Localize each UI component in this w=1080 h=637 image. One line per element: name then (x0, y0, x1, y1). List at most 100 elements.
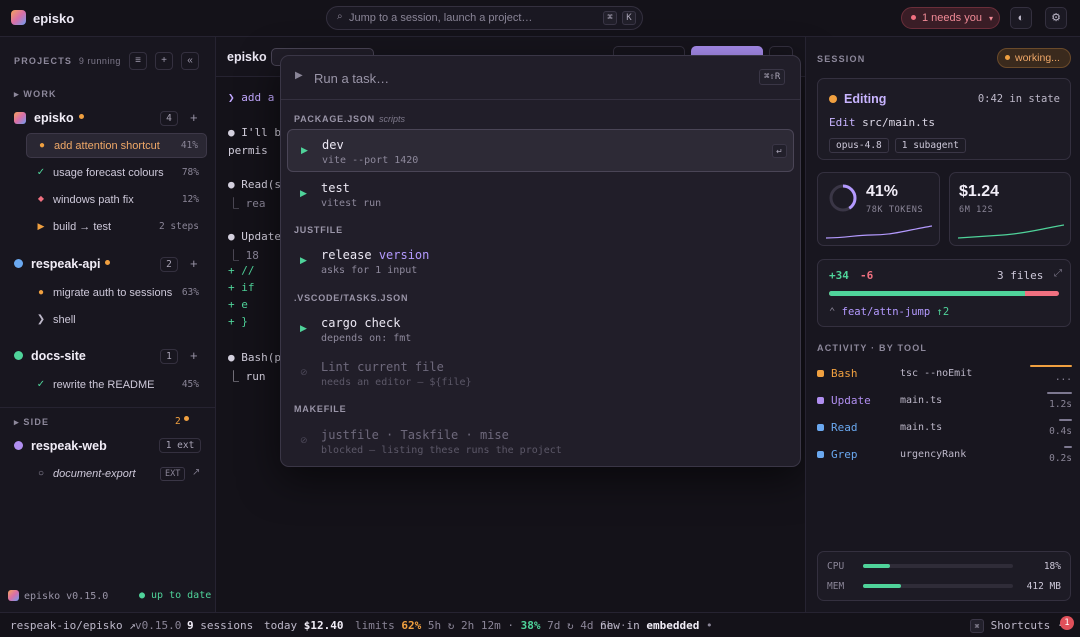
working-badge: working... (997, 48, 1071, 68)
session-migrate-auth[interactable]: ● migrate auth to sessions 63% (26, 281, 207, 306)
session-rewrite-readme[interactable]: ✓ rewrite the README 45% (26, 373, 207, 398)
session-windows-path-fix[interactable]: ◆ windows path fix 12% (26, 188, 207, 213)
needs-you-label: 1 needs you (922, 12, 982, 24)
session-build-test[interactable]: ▶ build → test 2 steps (26, 215, 207, 240)
status-dot (1005, 55, 1010, 60)
terminal-line: ● Update (228, 230, 281, 243)
session-status-icon: ✓ (36, 167, 46, 178)
add-session-button[interactable]: + (190, 348, 198, 363)
task-name: justfile · Taskfile · mise (321, 428, 509, 442)
activity-header: ACTIVITY · BY TOOL (817, 343, 928, 353)
session-label: build → test (53, 221, 112, 233)
collapse-sidebar-button[interactable]: « (181, 52, 199, 70)
status-bar: respeak-io/episko ↗ v0.15.0 9 sessions t… (0, 612, 1080, 637)
play-icon: ▶ (300, 255, 307, 265)
session-cost: $1.24 (959, 183, 1000, 200)
task-name: Lint current file (321, 360, 444, 374)
project-respeak-web[interactable]: respeak-web (14, 439, 107, 453)
project-docs-site[interactable]: docs-site (14, 349, 86, 363)
task-command: asks for 1 input (321, 265, 418, 276)
run-task-palette: ▶ Run a task… ⌘⇧R PACKAGE.JSON scripts ▶ … (280, 55, 801, 467)
theme-toggle-icon[interactable]: ◐ (1010, 7, 1032, 29)
group-side-header[interactable]: ▸ SIDE (14, 417, 49, 428)
shortcuts-button[interactable]: ⌘ Shortcuts · (970, 619, 1063, 633)
group-package-json: PACKAGE.JSON scripts (294, 114, 405, 124)
search-kbd-cmd: ⌘ (603, 11, 617, 25)
list-view-button[interactable]: ≡ (129, 52, 147, 70)
activity-row-bash[interactable]: Bash tsc --noEmit... (817, 365, 1072, 387)
activity-row-read[interactable]: Read main.ts 0.4s (817, 419, 1072, 441)
session-status-icon: ◆ (37, 194, 45, 203)
add-project-button[interactable]: + (155, 52, 173, 70)
session-label: shell (53, 314, 76, 326)
terminal-line: ● I'll b (228, 126, 281, 139)
context-card: 41% 78K TOKENS (817, 172, 940, 246)
terminal-line: permis (228, 144, 268, 157)
chevron-down-icon: ▾ (989, 14, 994, 23)
repo-link[interactable]: respeak-io/episko ↗ (10, 619, 136, 632)
session-tags: opus-4.8 1 subagent (829, 137, 972, 153)
session-status-icon: ● (38, 140, 46, 151)
session-progress: 45% (181, 379, 199, 390)
session-label: add attention shortcut (54, 140, 160, 152)
today-cost: today $12.40 (264, 619, 344, 632)
projects-header: PROJECTS 9 running (14, 56, 121, 66)
session-shell[interactable]: ❯ shell (26, 308, 207, 333)
add-session-button[interactable]: + (190, 110, 198, 125)
session-progress: 2 steps (158, 221, 199, 232)
task-cargo-check[interactable]: ▶ cargo check depends on: fmt (287, 308, 794, 351)
context-ring (829, 184, 857, 212)
task-test[interactable]: ▶ test vitest run (287, 173, 794, 216)
session-usage-forecast[interactable]: ✓ usage forecast colours 78% (26, 161, 207, 186)
terminal-project-title: episko (227, 50, 267, 64)
project-session-count: 2 (160, 257, 178, 272)
project-sidebar: PROJECTS 9 running ≡ + « ▸ WORK episko 4… (0, 37, 216, 612)
activity-row-update[interactable]: Update main.ts 1.2s (817, 392, 1072, 414)
session-add-attention-shortcut[interactable]: ● add attention shortcut 41% (26, 133, 207, 158)
task-name: dev (322, 138, 344, 152)
notification-badge[interactable]: 1 (1060, 616, 1074, 630)
disabled-icon: ⊘ (300, 435, 308, 445)
state-card: Editing 0:42 in state Edit src/main.ts o… (817, 78, 1071, 160)
tool-duration-bar (1030, 365, 1072, 367)
diff-card[interactable]: +34 -6 3 files ⤢ ⌃ feat/attn-jump ↑2 (817, 259, 1071, 327)
tool-duration: ... (1054, 372, 1072, 383)
settings-gear-icon[interactable]: ⚙ (1045, 7, 1067, 29)
model-tag: opus-4.8 (829, 138, 889, 153)
whats-new[interactable]: new in embedded • (600, 619, 713, 632)
tool-target: main.ts (900, 395, 943, 406)
tool-name: Bash (831, 367, 858, 380)
activity-row-grep[interactable]: Grep urgencyRank 0.2s (817, 446, 1072, 468)
search-input[interactable]: ⌕ Jump to a session, launch a project… ⌘… (326, 6, 643, 30)
mem-value: 412 MB (1026, 581, 1061, 592)
update-status: ● up to date (139, 590, 212, 601)
task-release[interactable]: ▶ release version asks for 1 input (287, 240, 794, 283)
group-work-header[interactable]: ▸ WORK (14, 89, 57, 100)
session-status-icon: ● (37, 287, 45, 298)
tool-color-swatch (817, 424, 824, 431)
side-attention-count: 2 (175, 416, 189, 427)
task-search-input[interactable]: ▶ Run a task… ⌘⇧R (281, 56, 800, 100)
app-logo (8, 590, 19, 601)
tool-name: Update (831, 394, 871, 407)
play-icon: ▶ (300, 188, 307, 198)
session-document-export[interactable]: ○ document-export EXT ↗ (26, 462, 207, 487)
session-progress: 12% (181, 194, 199, 205)
add-session-button[interactable]: + (190, 256, 198, 271)
project-respeak-api[interactable]: respeak-api (14, 257, 111, 271)
play-icon: ▶ (295, 70, 303, 81)
task-dev[interactable]: ▶ dev vite --port 1420 ↵ (287, 129, 794, 172)
session-label: windows path fix (53, 194, 134, 206)
mem-bar (863, 584, 1013, 588)
session-count: 9 sessions (187, 619, 254, 632)
search-icon: ⌕ (337, 11, 343, 22)
cost-card: $1.24 6M 12S (949, 172, 1071, 246)
files-changed: 3 files (997, 269, 1044, 282)
status-version: v0.15.0 (135, 619, 182, 632)
session-status-icon: ○ (37, 468, 45, 479)
task-name: cargo check (321, 316, 401, 330)
lines-removed: -6 (860, 269, 874, 282)
needs-you-button[interactable]: 1 needs you ▾ (901, 7, 1000, 29)
project-episko[interactable]: episko (14, 111, 84, 125)
expand-icon[interactable]: ⤢ (1054, 268, 1062, 279)
